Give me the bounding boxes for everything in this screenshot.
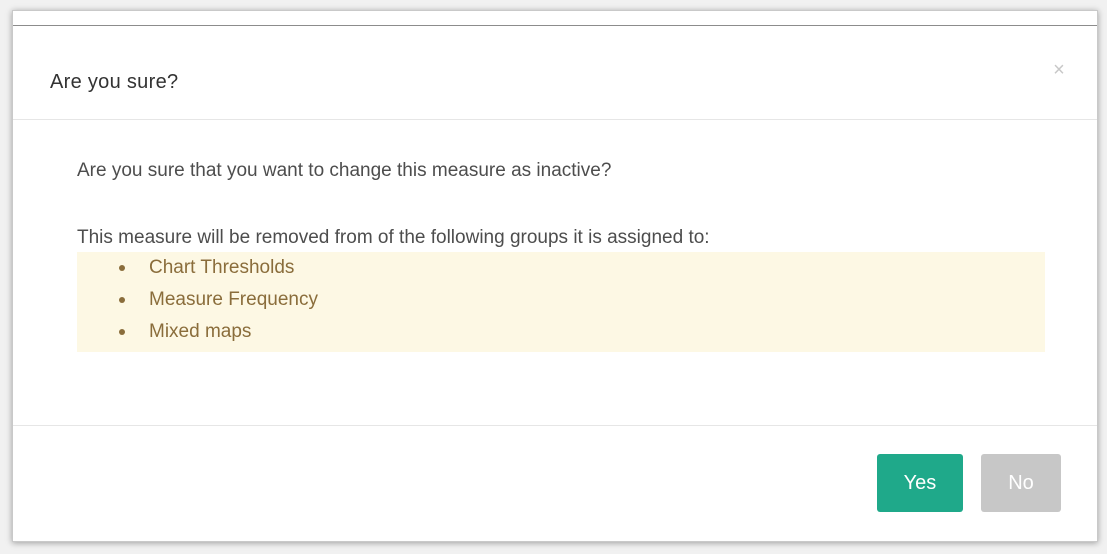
dialog-title: Are you sure? — [50, 71, 179, 93]
group-label: Chart Thresholds — [149, 257, 295, 278]
group-item-chart-thresholds: Chart Thresholds — [77, 252, 318, 284]
confirm-dialog: Are you sure? × Are you sure that you wa… — [12, 10, 1098, 542]
bullet-icon — [119, 265, 125, 271]
dialog-header: Are you sure? × — [13, 26, 1097, 120]
confirm-question: Are you sure that you want to change thi… — [77, 160, 612, 181]
bullet-icon — [119, 329, 125, 335]
group-label: Mixed maps — [149, 321, 252, 342]
group-item-measure-frequency: Measure Frequency — [77, 284, 318, 316]
no-button[interactable]: No — [981, 454, 1061, 512]
removal-notice: This measure will be removed from of the… — [77, 227, 710, 248]
yes-button[interactable]: Yes — [877, 454, 963, 512]
close-icon[interactable]: × — [1049, 60, 1069, 80]
assigned-groups-list: Chart Thresholds Measure Frequency Mixed… — [77, 252, 318, 348]
dialog-body: Are you sure that you want to change thi… — [13, 120, 1097, 426]
group-item-mixed-maps: Mixed maps — [77, 316, 318, 348]
group-label: Measure Frequency — [149, 289, 318, 310]
dialog-footer: Yes No — [13, 426, 1097, 541]
assigned-groups-alert: Chart Thresholds Measure Frequency Mixed… — [77, 252, 1045, 352]
bullet-icon — [119, 297, 125, 303]
